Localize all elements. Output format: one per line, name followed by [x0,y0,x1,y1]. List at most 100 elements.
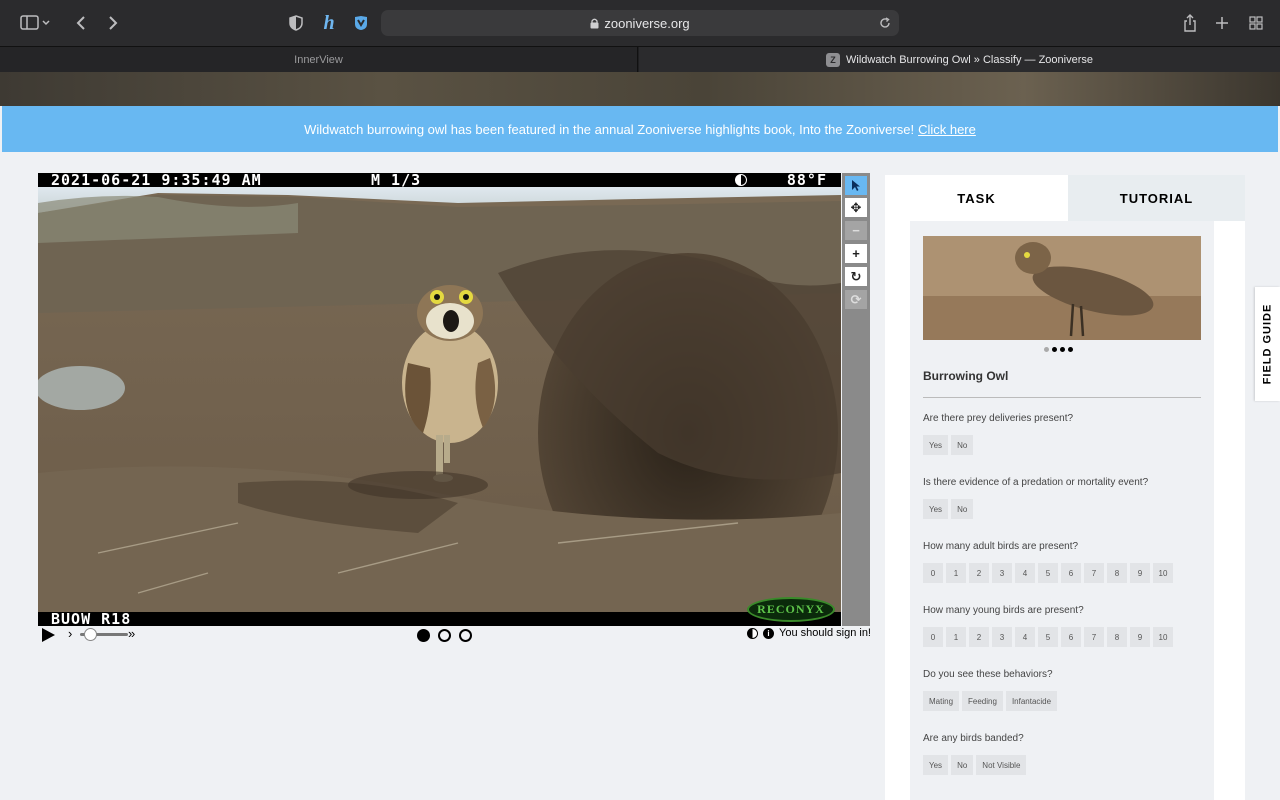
question-adults: How many adult birds are present? [923,541,1079,552]
invert-colors-icon[interactable] [747,627,759,639]
reset-icon[interactable]: ⟳ [845,290,867,309]
answer-button[interactable]: 10 [1153,563,1173,583]
answers-young: 0 1 2 3 4 5 6 7 8 9 10 [923,627,1173,647]
answer-button[interactable]: 4 [1015,563,1035,583]
tab-overview-icon[interactable] [1246,10,1266,36]
answer-button[interactable]: 0 [923,563,943,583]
info-icon[interactable]: i [763,627,775,639]
frame-selector [417,629,472,642]
speed-fast-icon: » [128,626,136,641]
address-bar[interactable]: zooniverse.org [381,10,899,36]
answer-button[interactable]: 6 [1061,627,1081,647]
answer-button[interactable]: 0 [923,627,943,647]
answer-button[interactable]: 5 [1038,627,1058,647]
pointer-tool-icon[interactable] [845,176,867,195]
back-icon[interactable] [72,10,90,36]
tab-innerview[interactable]: InnerView [0,47,638,73]
answer-button[interactable]: No [951,755,974,775]
answer-button[interactable]: 3 [992,627,1012,647]
frame-dot-3[interactable] [459,629,472,642]
zoom-out-icon[interactable]: − [845,221,867,240]
answer-button[interactable]: 4 [1015,627,1035,647]
share-icon[interactable] [1180,10,1200,36]
address-text: zooniverse.org [604,15,690,31]
question-predation: Is there evidence of a predation or mort… [923,477,1149,488]
question-behaviors: Do you see these behaviors? [923,669,1053,680]
frame-dot-1[interactable] [417,629,430,642]
carousel-dot[interactable] [1052,347,1057,352]
sidebar-toggle-icon[interactable] [16,10,54,36]
banner-link[interactable]: Click here [918,122,976,137]
answer-button[interactable]: Mating [923,691,960,711]
speed-slider-handle[interactable] [84,628,97,641]
forward-icon[interactable] [104,10,122,36]
camera-id-bar: BUOW R18 [38,612,841,626]
burrow-scene [38,173,841,626]
tab-tutorial[interactable]: TUTORIAL [1068,175,1245,221]
answer-button[interactable]: 6 [1061,563,1081,583]
answer-button[interactable]: Yes [923,755,949,775]
answers-behaviors: Mating Feeding Infantacide [923,691,1058,711]
photo-carousel [1044,347,1073,352]
rotate-icon[interactable]: ↻ [845,267,867,286]
camera-frame: M 1/3 [371,173,422,189]
carousel-dot[interactable] [1060,347,1065,352]
pan-tool-icon[interactable]: ✥ [845,198,867,217]
answer-button[interactable]: No [951,499,974,519]
extension-h-icon[interactable]: h [318,10,340,36]
moon-phase-icon [735,174,747,186]
tab-task[interactable]: TASK [885,175,1068,221]
subject-image[interactable]: 2021-06-21 9:35:49 AM M 1/3 88°F BUOW R1… [38,173,841,626]
field-guide-tab[interactable]: FIELD GUIDE [1255,287,1280,401]
answer-button[interactable]: 7 [1084,563,1104,583]
reconyx-logo: RECONYX [747,597,835,622]
zooniverse-favicon-icon: Z [826,53,841,67]
tab-label: Wildwatch Burrowing Owl » Classify — Zoo… [846,54,1093,66]
answer-button[interactable]: Infantacide [1005,691,1058,711]
answer-button[interactable]: Feeding [962,691,1003,711]
reload-icon[interactable] [879,17,891,29]
species-name: Burrowing Owl [923,369,1009,383]
browser-toolbar: h zooniverse.org [0,0,1280,46]
answer-button[interactable]: 2 [969,563,989,583]
answers-banded: Yes No Not Visible [923,755,1027,775]
play-icon[interactable] [42,628,55,642]
field-guide-label: FIELD GUIDE [1261,303,1274,385]
answers-adults: 0 1 2 3 4 5 6 7 8 9 10 [923,563,1173,583]
camera-id: BUOW R18 [51,610,132,627]
lock-icon [590,18,599,28]
subject-meta: i You should sign in! [747,627,871,639]
answer-button[interactable]: 1 [946,563,966,583]
answer-button[interactable]: Not Visible [976,755,1027,775]
answer-button[interactable]: 9 [1130,627,1150,647]
answer-button[interactable]: 8 [1107,563,1127,583]
answer-button[interactable]: 3 [992,563,1012,583]
zoom-in-icon[interactable]: + [845,244,867,263]
answers-predation: Yes No [923,499,974,519]
tab-zooniverse[interactable]: Z Wildwatch Burrowing Owl » Classify — Z… [639,47,1280,73]
new-tab-icon[interactable] [1212,10,1232,36]
answer-button[interactable]: 1 [946,627,966,647]
answer-button[interactable]: Yes [923,499,949,519]
carousel-dot[interactable] [1044,347,1049,352]
divider [923,397,1201,398]
image-toolbar: ✥ − + ↻ ⟳ [842,173,870,626]
answer-button[interactable]: 7 [1084,627,1104,647]
privacy-shield-icon[interactable] [287,10,305,36]
task-panel: TASK TUTORIAL Burrowing Owl Are there pr… [885,175,1245,800]
species-photo [923,236,1201,340]
answer-button[interactable]: 2 [969,627,989,647]
answer-button[interactable]: No [951,435,974,455]
answer-button[interactable]: 10 [1153,627,1173,647]
viewer-controls: › » i You should sign in! [38,626,871,646]
answers-prey: Yes No [923,435,974,455]
answer-button[interactable]: 8 [1107,627,1127,647]
extension-shield-icon[interactable] [350,10,372,36]
speed-slow-icon: › [68,626,73,641]
carousel-dot[interactable] [1068,347,1073,352]
answer-button[interactable]: 9 [1130,563,1150,583]
question-prey: Are there prey deliveries present? [923,413,1074,424]
answer-button[interactable]: Yes [923,435,949,455]
frame-dot-2[interactable] [438,629,451,642]
answer-button[interactable]: 5 [1038,563,1058,583]
